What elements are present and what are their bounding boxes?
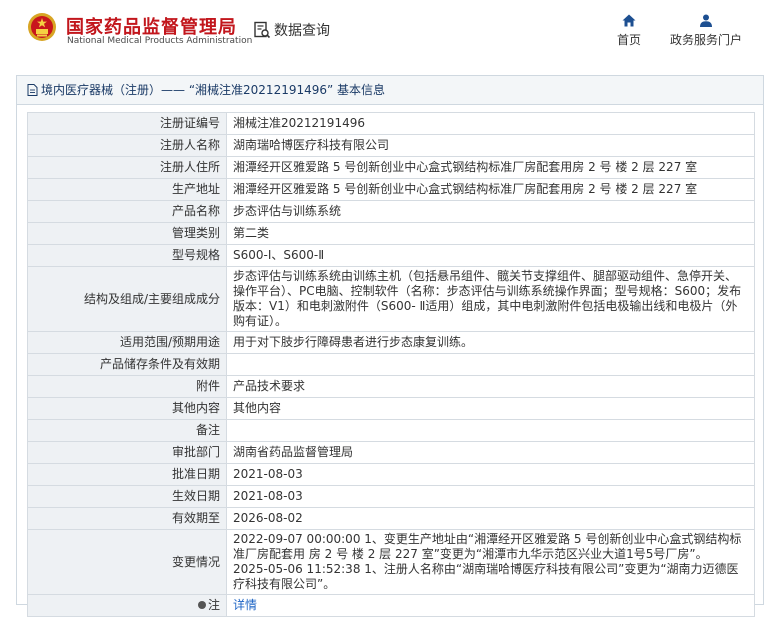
nav-portal-label: 政务服务门户 <box>669 33 742 47</box>
site-subtitle: National Medical Products Administration <box>67 36 253 46</box>
field-label: 管理类别 <box>27 222 227 245</box>
row-registrant-name: 注册人名称 湖南瑞哈博医疗科技有限公司 <box>27 134 755 157</box>
detail-panel: 境内医疗器械（注册）—— “湘械注准20212191496” 基本信息 注册证编… <box>16 75 764 617</box>
field-label: 注册证编号 <box>27 112 227 135</box>
note-label-text: 注 <box>207 597 220 612</box>
row-reg-number: 注册证编号 湘械注准20212191496 <box>27 112 755 135</box>
national-emblem-icon[interactable] <box>27 12 57 42</box>
field-value: 湘潭经开区雅爱路 5 号创新创业中心盒式钢结构标准厂房配套用房 2 号 楼 2 … <box>226 156 755 179</box>
field-label: 生效日期 <box>27 485 227 508</box>
row-production-address: 生产地址 湘潭经开区雅爱路 5 号创新创业中心盒式钢结构标准厂房配套用房 2 号… <box>27 178 755 201</box>
row-approval-date: 批准日期 2021-08-03 <box>27 463 755 486</box>
row-intended-use: 适用范围/预期用途 用于对下肢步行障碍患者进行步态康复训练。 <box>27 331 755 354</box>
home-icon <box>622 14 636 27</box>
row-product-name: 产品名称 步态评估与训练系统 <box>27 200 755 223</box>
field-label: 有效期至 <box>27 507 227 530</box>
detail-table: 注册证编号 湘械注准20212191496 注册人名称 湖南瑞哈博医疗科技有限公… <box>27 112 755 617</box>
field-label: 备注 <box>27 419 227 442</box>
note-dot-icon <box>197 601 206 610</box>
row-other-content: 其他内容 其他内容 <box>27 397 755 420</box>
field-value: 用于对下肢步行障碍患者进行步态康复训练。 <box>226 331 755 354</box>
field-value: 湖南省药品监督管理局 <box>226 441 755 464</box>
field-value: 湘械注准20212191496 <box>226 112 755 135</box>
field-value: 2022-09-07 00:00:00 1、变更生产地址由“湘潭经开区雅爱路 5… <box>226 529 755 595</box>
field-label: 生产地址 <box>27 178 227 201</box>
field-value: 产品技术要求 <box>226 375 755 398</box>
row-expiry-date: 有效期至 2026-08-02 <box>27 507 755 530</box>
row-management-class: 管理类别 第二类 <box>27 222 755 245</box>
field-value: 步态评估与训练系统 <box>226 200 755 223</box>
field-label: 产品名称 <box>27 200 227 223</box>
nav-portal[interactable]: 政务服务门户 <box>666 14 746 48</box>
note-label: 注 <box>197 597 220 613</box>
field-value: 2026-08-02 <box>226 507 755 530</box>
site-header: 国家药品监督管理局 National Medical Products Admi… <box>0 0 766 62</box>
field-label: 结构及组成/主要组成成分 <box>27 266 227 332</box>
field-label: 审批部门 <box>27 441 227 464</box>
field-value: 湘潭经开区雅爱路 5 号创新创业中心盒式钢结构标准厂房配套用房 2 号 楼 2 … <box>226 178 755 201</box>
details-link[interactable]: 详情 <box>233 598 257 612</box>
row-approval-dept: 审批部门 湖南省药品监督管理局 <box>27 441 755 464</box>
panel-title-text: 境内医疗器械（注册）—— “湘械注准20212191496” 基本信息 <box>41 83 386 97</box>
field-label: 附件 <box>27 375 227 398</box>
data-query-link[interactable]: 数据查询 <box>253 20 330 40</box>
row-attachment: 附件 产品技术要求 <box>27 375 755 398</box>
data-query-icon <box>254 21 271 39</box>
row-model-spec: 型号规格 S600-Ⅰ、S600-Ⅱ <box>27 244 755 267</box>
row-change-history: 变更情况 2022-09-07 00:00:00 1、变更生产地址由“湘潭经开区… <box>27 529 755 595</box>
field-label: 型号规格 <box>27 244 227 267</box>
field-value <box>226 419 755 442</box>
field-value: 2021-08-03 <box>226 485 755 508</box>
user-icon <box>700 14 712 27</box>
field-label: 注册人住所 <box>27 156 227 179</box>
nav-home-label: 首页 <box>616 33 641 47</box>
field-value: 第二类 <box>226 222 755 245</box>
field-value <box>226 353 755 376</box>
field-value: 其他内容 <box>226 397 755 420</box>
field-label: 适用范围/预期用途 <box>27 331 227 354</box>
data-query-label: 数据查询 <box>274 23 330 39</box>
field-value: S600-Ⅰ、S600-Ⅱ <box>226 244 755 267</box>
field-label: 产品储存条件及有效期 <box>27 353 227 376</box>
field-label: 批准日期 <box>27 463 227 486</box>
field-label: 其他内容 <box>27 397 227 420</box>
row-effective-date: 生效日期 2021-08-03 <box>27 485 755 508</box>
field-value: 2021-08-03 <box>226 463 755 486</box>
field-label: 注册人名称 <box>27 134 227 157</box>
row-registrant-address: 注册人住所 湘潭经开区雅爱路 5 号创新创业中心盒式钢结构标准厂房配套用房 2 … <box>27 156 755 179</box>
document-icon <box>27 84 38 96</box>
panel-title: 境内医疗器械（注册）—— “湘械注准20212191496” 基本信息 <box>17 76 763 105</box>
row-storage-validity: 产品储存条件及有效期 <box>27 353 755 376</box>
nav-home[interactable]: 首页 <box>612 14 646 48</box>
field-label: 变更情况 <box>27 529 227 595</box>
field-value: 湖南瑞哈博医疗科技有限公司 <box>226 134 755 157</box>
row-composition: 结构及组成/主要组成成分 步态评估与训练系统由训练主机（包括悬吊组件、髋关节支撑… <box>27 266 755 332</box>
field-value: 步态评估与训练系统由训练主机（包括悬吊组件、髋关节支撑组件、腿部驱动组件、急停开… <box>226 266 755 332</box>
row-remarks: 备注 <box>27 419 755 442</box>
